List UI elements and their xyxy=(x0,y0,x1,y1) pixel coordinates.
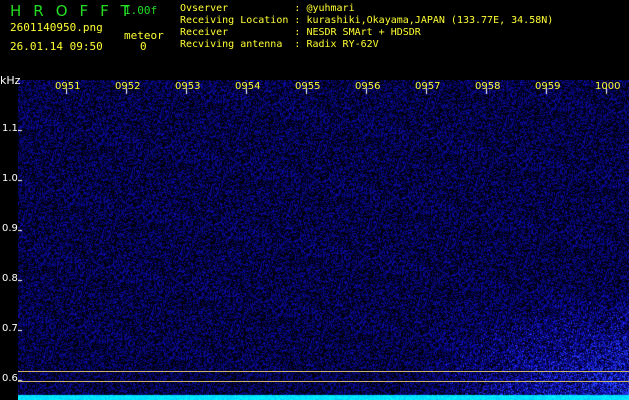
reference-line xyxy=(18,371,629,372)
freq-label: 0.6 xyxy=(2,373,18,384)
frequency-unit: kHz xyxy=(0,74,21,87)
freq-label: 0.7 xyxy=(2,323,18,334)
freq-label: 0.9 xyxy=(2,223,18,234)
spectrogram xyxy=(18,80,629,400)
time-label: 0951 xyxy=(55,81,81,92)
file-name: 2601140950.png xyxy=(10,21,103,34)
time-label: 0958 xyxy=(475,81,501,92)
location-info: Receiving Location : kurashiki,Okayama,J… xyxy=(180,15,554,26)
freq-label: 0.8 xyxy=(2,273,18,284)
meteor-count: 0 xyxy=(140,40,147,53)
time-label: 0959 xyxy=(535,81,561,92)
time-label: 0957 xyxy=(415,81,441,92)
date-time: 26.01.14 09:50 xyxy=(10,40,103,53)
freq-label: 1.1 xyxy=(2,123,18,134)
time-label: 0952 xyxy=(115,81,141,92)
reference-line xyxy=(18,381,629,382)
freq-label: 1.0 xyxy=(2,173,18,184)
version-label: 1.00f xyxy=(124,4,158,17)
time-label: 1000 xyxy=(595,81,621,92)
time-label: 0956 xyxy=(355,81,381,92)
observer-info: Ovserver : @yuhmari xyxy=(180,3,355,14)
antenna-info: Recviving antenna : Radix RY-62V xyxy=(180,39,379,50)
time-label: 0954 xyxy=(235,81,261,92)
app-title: HROFFT xyxy=(10,2,142,20)
time-label: 0953 xyxy=(175,81,201,92)
receiver-info: Receiver : NESDR SMArt + HDSDR xyxy=(180,27,421,38)
time-label: 0955 xyxy=(295,81,321,92)
